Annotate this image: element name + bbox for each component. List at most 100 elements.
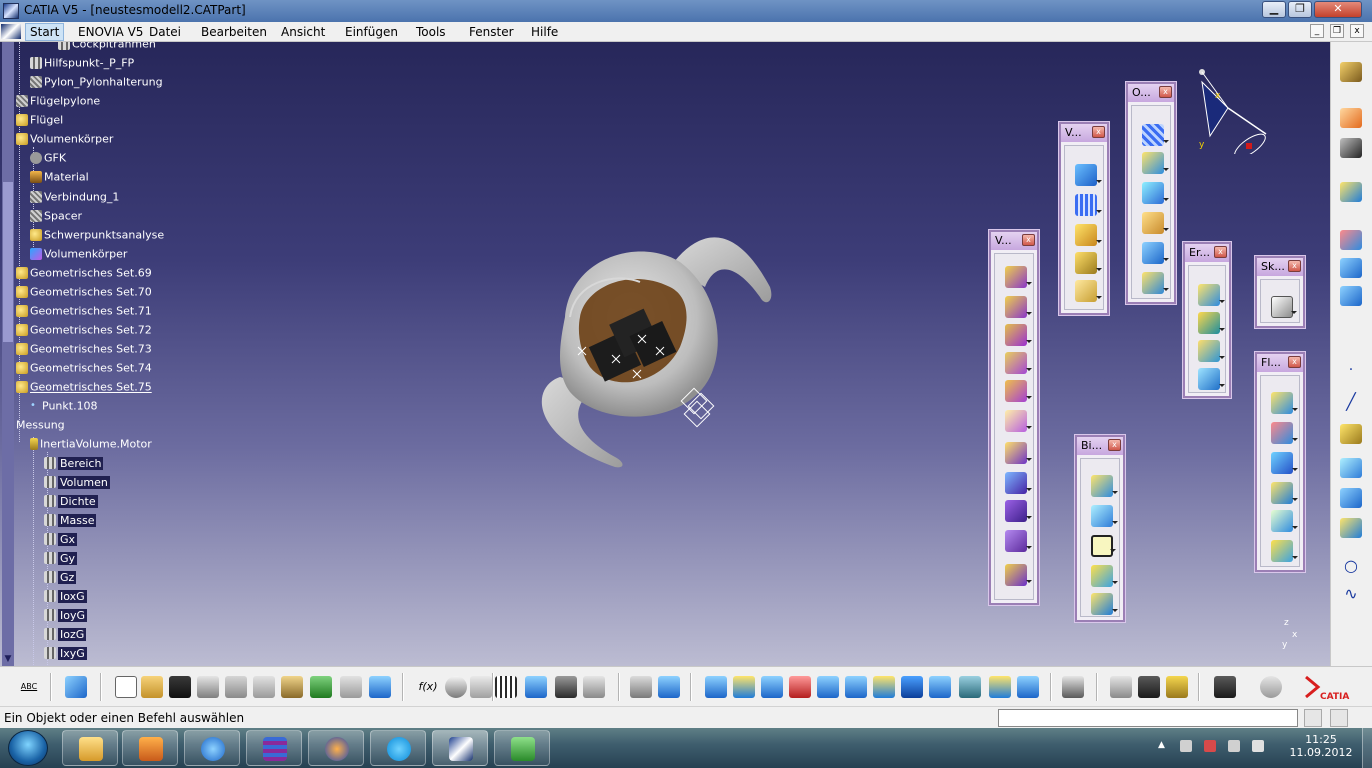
palette-close-icon[interactable]: x bbox=[1159, 86, 1172, 98]
refresh-icon[interactable] bbox=[1260, 676, 1282, 698]
join-tool-icon[interactable] bbox=[1142, 124, 1169, 146]
intersection-icon[interactable] bbox=[1340, 488, 1362, 508]
tree-node[interactable]: Verbindung_1 bbox=[30, 190, 119, 208]
mdi-restore-button[interactable]: ❐ bbox=[1330, 24, 1344, 38]
tray-expand-icon[interactable]: ▲ bbox=[1158, 740, 1170, 752]
tree-node[interactable]: Geometrisches Set.69 bbox=[16, 266, 152, 284]
slot-tool-icon[interactable] bbox=[1005, 410, 1032, 432]
taskbar-internet-explorer[interactable] bbox=[184, 730, 240, 766]
tree-node[interactable]: Flügelpylone bbox=[16, 94, 100, 112]
palette-close-icon[interactable]: x bbox=[1214, 246, 1227, 258]
filter-icon[interactable] bbox=[630, 676, 652, 698]
plane-tool-icon[interactable] bbox=[1340, 230, 1362, 250]
boolean-tool-icon[interactable] bbox=[1005, 564, 1032, 586]
cut-icon[interactable] bbox=[225, 676, 247, 698]
3d-model[interactable] bbox=[520, 227, 820, 477]
palette-volumes[interactable]: V... x bbox=[989, 230, 1039, 605]
sketcher-tool-icon[interactable] bbox=[1271, 296, 1297, 318]
rib-tool-icon[interactable] bbox=[1005, 380, 1032, 402]
palette-title[interactable]: Fl... x bbox=[1257, 354, 1303, 372]
taskbar-clock[interactable]: 11:25 11.09.2012 bbox=[1286, 733, 1356, 759]
menu-tools[interactable]: Tools bbox=[416, 25, 446, 39]
knowledge-advisor-icon[interactable] bbox=[445, 676, 467, 698]
tree-node[interactable]: Spacer bbox=[30, 209, 82, 227]
taskbar-messenger[interactable] bbox=[494, 730, 550, 766]
catalog-icon[interactable] bbox=[658, 676, 680, 698]
zoom-out-icon[interactable] bbox=[845, 676, 867, 698]
fly-mode-icon[interactable] bbox=[705, 676, 727, 698]
new-file-icon[interactable] bbox=[115, 676, 137, 698]
print-icon[interactable] bbox=[197, 676, 219, 698]
tree-node[interactable]: Geometrisches Set.72 bbox=[16, 323, 152, 341]
menu-hilfe[interactable]: Hilfe bbox=[531, 25, 558, 39]
tree-node[interactable]: Geometrisches Set.74 bbox=[16, 361, 152, 379]
point-tool-icon[interactable] bbox=[1340, 182, 1362, 202]
tree-node[interactable]: Gx bbox=[44, 532, 78, 550]
tree-node[interactable]: Volumenkörper bbox=[16, 132, 113, 150]
lock-icon[interactable] bbox=[555, 676, 577, 698]
tree-node[interactable]: Cockpitrahmen bbox=[58, 42, 156, 55]
tree-node[interactable]: IoxG bbox=[44, 589, 87, 607]
save-icon[interactable] bbox=[169, 676, 191, 698]
tree-node[interactable]: Bereich bbox=[44, 456, 104, 474]
pattern-tool-icon[interactable] bbox=[1075, 194, 1102, 216]
tree-node[interactable]: • Punkt.108 bbox=[30, 399, 98, 417]
tree-node[interactable]: IxyG bbox=[44, 646, 87, 664]
tree-node[interactable]: Dichte bbox=[44, 494, 98, 512]
menu-bearbeiten[interactable]: Bearbeiten bbox=[201, 25, 267, 39]
tree-node[interactable]: Volumen bbox=[44, 475, 110, 493]
tree-node[interactable]: Geometrisches Set.70 bbox=[16, 285, 152, 303]
formula-icon[interactable]: f(x) bbox=[417, 676, 439, 698]
zoom-in-icon[interactable] bbox=[817, 676, 839, 698]
insert-body-tool-icon[interactable] bbox=[1075, 280, 1102, 302]
stop-command-icon[interactable] bbox=[1330, 709, 1348, 727]
palette-title[interactable]: V... x bbox=[991, 232, 1037, 250]
undo-icon[interactable] bbox=[310, 676, 332, 698]
palette-surfaces[interactable]: Fl... x bbox=[1255, 352, 1305, 572]
tree-node[interactable]: Geometrisches Set.73 bbox=[16, 342, 152, 360]
minimize-button[interactable]: ▁ bbox=[1262, 1, 1286, 18]
pocket-tool-icon[interactable] bbox=[1005, 296, 1032, 318]
split-tool-icon[interactable] bbox=[1142, 152, 1169, 174]
spline-icon[interactable]: ∿ bbox=[1340, 584, 1362, 604]
palette-title[interactable]: O... x bbox=[1128, 84, 1174, 102]
catia-menu-logo-icon[interactable] bbox=[1, 24, 21, 39]
close-button[interactable]: ✕ bbox=[1314, 1, 1362, 18]
fit-all-icon[interactable] bbox=[733, 676, 755, 698]
extrapolate-tool-icon[interactable] bbox=[1142, 272, 1169, 294]
tree-node[interactable]: Volumenkörper bbox=[30, 247, 127, 265]
shading-icon[interactable] bbox=[959, 676, 981, 698]
catia-app-icon[interactable] bbox=[3, 3, 19, 19]
tray-volume-icon[interactable] bbox=[1252, 740, 1264, 752]
measure-tool-icon[interactable] bbox=[65, 676, 87, 698]
select-trap-icon[interactable] bbox=[1340, 138, 1362, 158]
iso-view-icon[interactable] bbox=[929, 676, 951, 698]
menu-enovia[interactable]: ENOVIA V5 bbox=[78, 25, 143, 39]
taskbar-media-player[interactable] bbox=[122, 730, 178, 766]
update-icon[interactable] bbox=[1062, 676, 1084, 698]
tree-node[interactable]: Geometrisches Set.75 bbox=[16, 380, 152, 398]
design-table-icon[interactable] bbox=[525, 676, 547, 698]
multi-section-tool-icon[interactable] bbox=[1005, 530, 1032, 552]
rotate-icon[interactable] bbox=[789, 676, 811, 698]
tolerance-icon[interactable] bbox=[583, 676, 605, 698]
tree-node[interactable]: Gy bbox=[44, 551, 78, 569]
palette-title[interactable]: Er... x bbox=[1185, 244, 1229, 262]
transform-tool-icon[interactable] bbox=[1075, 164, 1102, 186]
tree-node[interactable]: Hilfspunkt-_P_FP bbox=[30, 56, 134, 74]
scroll-down-arrow-icon[interactable]: ▼ bbox=[3, 654, 13, 664]
normal-view-icon[interactable] bbox=[873, 676, 895, 698]
measure-between-icon[interactable] bbox=[1110, 676, 1132, 698]
pad-tool-icon[interactable] bbox=[1005, 266, 1032, 288]
copy-icon[interactable] bbox=[253, 676, 275, 698]
edge-fillet-tool-icon[interactable] bbox=[1271, 452, 1298, 474]
face-fillet-tool-icon[interactable] bbox=[1271, 510, 1298, 532]
extract-tool-icon[interactable] bbox=[1142, 212, 1169, 234]
paste-icon[interactable] bbox=[281, 676, 303, 698]
shaft-tool-icon[interactable] bbox=[1005, 324, 1032, 346]
chordal-fillet-tool-icon[interactable] bbox=[1271, 422, 1298, 444]
tree-node[interactable]: IozG bbox=[44, 627, 87, 645]
tree-node[interactable]: Schwerpunktsanalyse bbox=[30, 228, 164, 246]
tree-node[interactable]: Material bbox=[30, 170, 89, 188]
curve-tool-icon[interactable] bbox=[1340, 258, 1362, 278]
